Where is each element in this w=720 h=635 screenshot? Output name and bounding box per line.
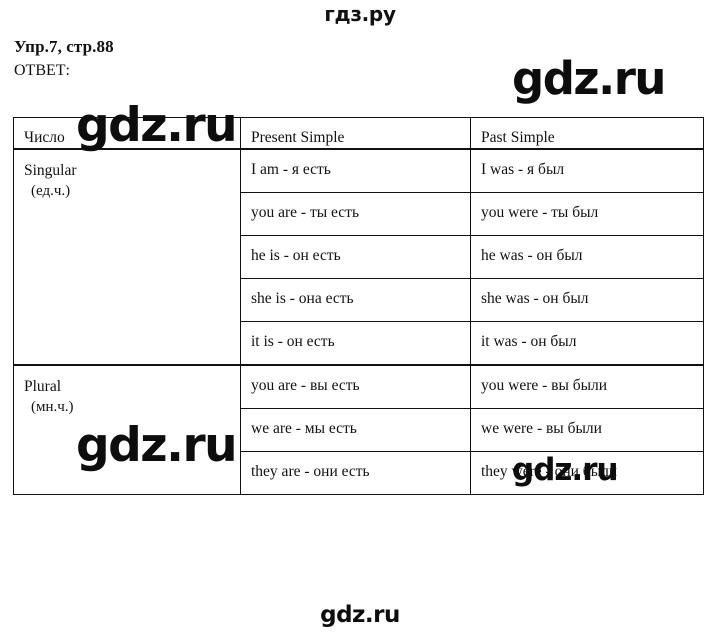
group-name: Singular (24, 162, 77, 179)
cell-past: they were - они были (470, 451, 704, 495)
cell-present: they are - они есть (240, 451, 471, 495)
cell-present: I am - я есть (240, 148, 471, 193)
cell-past: I was - я был (470, 148, 704, 193)
watermark: gdz.ru (512, 52, 666, 105)
cell-past: we were - вы были (470, 408, 704, 452)
cell-past: she was - он был (470, 278, 704, 322)
cell-past: it was - он был (470, 321, 704, 366)
cell-present: he is - он есть (240, 235, 471, 279)
cell-past: you were - вы были (470, 364, 704, 409)
table-header-row: Число Present Simple Past Simple (13, 117, 704, 150)
cell-present: you are - вы есть (240, 364, 471, 409)
exercise-title: Упр.7, стр.88 (14, 37, 114, 56)
cell-present: we are - мы есть (240, 408, 471, 452)
column-header-number: Число (13, 117, 241, 150)
site-label: гдз.ру (324, 2, 396, 26)
cell-present: it is - он есть (240, 321, 471, 366)
heading-block: Упр.7, стр.88 ОТВЕТ: (14, 36, 114, 82)
verb-conjugation-table: Число Present Simple Past Simple Singula… (13, 117, 704, 495)
group-label-singular: Singular (ед.ч.) (13, 148, 241, 366)
table-row: Plural (мн.ч.) you are - вы есть you wer… (13, 364, 704, 495)
cell-present: you are - ты есть (240, 192, 471, 236)
group-label-plural: Plural (мн.ч.) (13, 364, 241, 495)
cell-past: you were - ты был (470, 192, 704, 236)
watermark: gdz.ru (320, 602, 400, 628)
cell-past: he was - он был (470, 235, 704, 279)
column-header-past: Past Simple (470, 117, 704, 150)
cell-present: she is - она есть (240, 278, 471, 322)
answer-label: ОТВЕТ: (14, 62, 70, 79)
table-row: Singular (ед.ч.) I am - я есть I was - я… (13, 148, 704, 366)
group-name: Plural (24, 378, 62, 395)
column-header-present: Present Simple (240, 117, 471, 150)
group-abbr: (ед.ч.) (31, 183, 71, 199)
group-abbr: (мн.ч.) (31, 399, 74, 415)
